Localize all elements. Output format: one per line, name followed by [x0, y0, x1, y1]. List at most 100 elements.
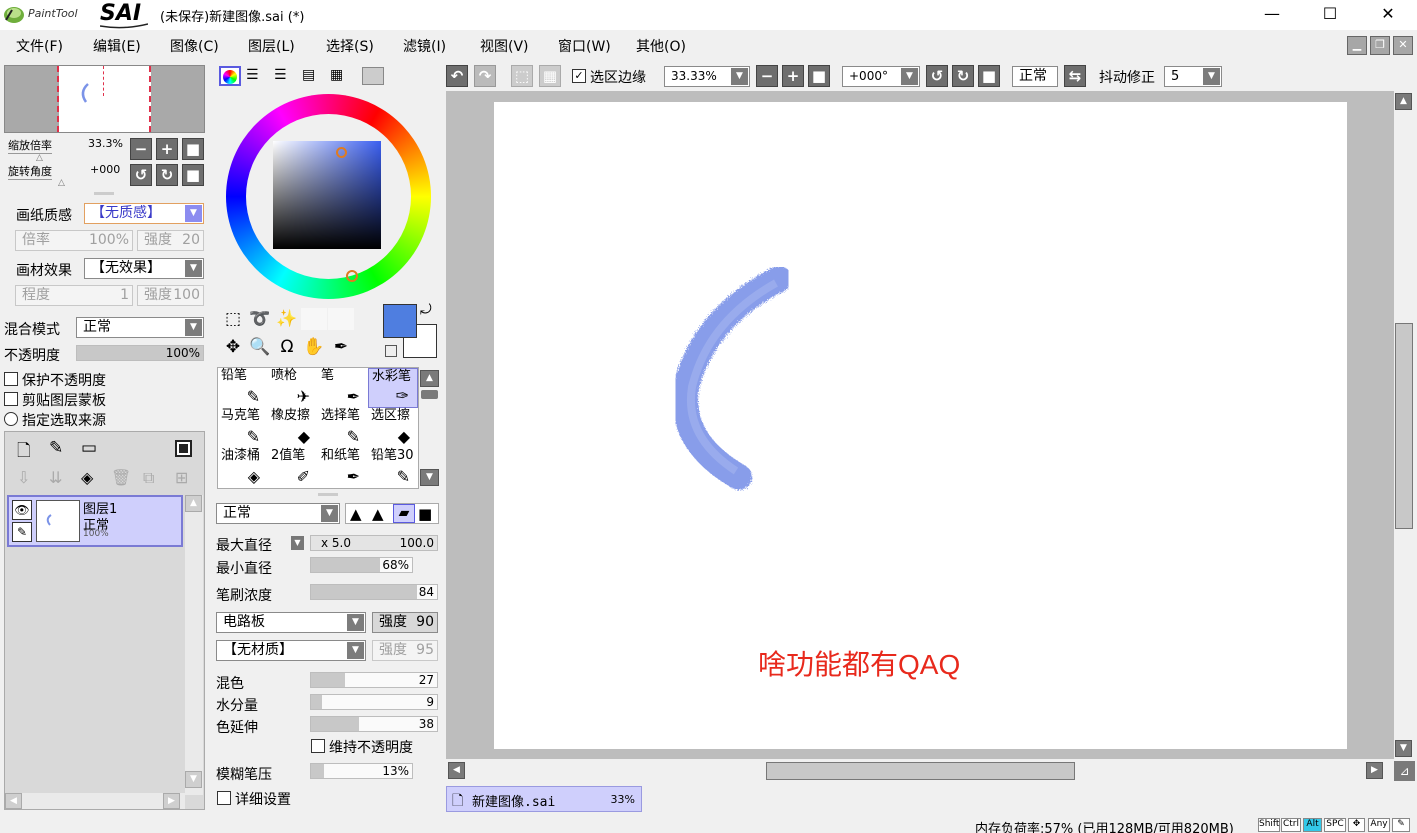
tool-scroll-thumb[interactable]: [421, 390, 438, 399]
max-size-slider[interactable]: x 5.0 100.0: [310, 535, 438, 551]
document-tab[interactable]: 🗋 新建图像.sai 33%: [446, 786, 642, 812]
minimize-button[interactable]: —: [1243, 0, 1301, 30]
shape-square-icon[interactable]: ■: [418, 505, 432, 523]
layer-row[interactable]: 👁 ✎ 图层1 正常 100%: [7, 495, 183, 547]
toolbar-zoom-out-button[interactable]: −: [756, 65, 778, 87]
eye-icon[interactable]: 👁: [12, 500, 32, 520]
rotate-cw-button[interactable]: ↻: [156, 164, 178, 186]
canvas-hscrollbar[interactable]: ◀ ▶: [446, 761, 1394, 781]
mdi-close-button[interactable]: ✕: [1393, 36, 1413, 55]
eyedropper-icon[interactable]: ✒: [328, 336, 354, 358]
rotate-reset-button[interactable]: ■: [182, 164, 204, 186]
water-slider[interactable]: 9: [310, 694, 438, 710]
move-icon[interactable]: ✥: [220, 336, 246, 358]
min-size-slider[interactable]: 68%: [310, 557, 413, 573]
canvas-vscrollbar[interactable]: ▲ ▼: [1394, 91, 1415, 759]
hscroll-left-icon[interactable]: ◀: [448, 762, 465, 779]
opacity-slider[interactable]: 100%: [76, 345, 204, 361]
rotate-ccw-button[interactable]: ↺: [130, 164, 152, 186]
new-folder-icon[interactable]: ▭: [81, 438, 97, 458]
vscroll-up-icon[interactable]: ▲: [1395, 93, 1412, 110]
panel-divider-grip[interactable]: [318, 493, 338, 496]
scroll-left-icon[interactable]: ◀: [5, 793, 22, 809]
swatches-tab[interactable]: ▦: [330, 67, 343, 83]
tool-bucket[interactable]: 油漆桶 ◈: [218, 448, 268, 488]
tool-airbrush[interactable]: 喷枪 ✈: [268, 368, 318, 408]
toolbar-rotate-reset-button[interactable]: ■: [978, 65, 1000, 87]
tool-washi-pen[interactable]: 和纸笔 ✒: [318, 448, 368, 488]
zoom-slider-handle[interactable]: △: [36, 153, 43, 163]
new-linear-layer-icon[interactable]: ✎: [49, 438, 63, 458]
protect-opacity-checkbox[interactable]: [4, 372, 18, 386]
vscroll-thumb[interactable]: [1395, 323, 1413, 529]
scroll-up-icon[interactable]: ▲: [185, 495, 202, 512]
canvas-paper[interactable]: 啥功能都有QAQ: [494, 102, 1347, 749]
redo-button[interactable]: ↷: [474, 65, 496, 87]
resize-corner-icon[interactable]: ⊿: [1394, 761, 1415, 781]
stretch-slider[interactable]: 38: [310, 716, 438, 732]
tool-marker[interactable]: 马克笔 ✎: [218, 408, 268, 448]
close-button[interactable]: ✕: [1359, 0, 1417, 30]
merge-down-icon[interactable]: ⇊: [49, 468, 62, 487]
view-mode-button[interactable]: 正常: [1012, 66, 1058, 87]
texture-strength-field[interactable]: 强度 90: [372, 612, 438, 633]
palette-tab[interactable]: ▤: [302, 67, 315, 83]
shape-flat-icon[interactable]: ▰: [393, 504, 415, 523]
size-mult-dropdown-icon[interactable]: ▼: [291, 536, 304, 550]
scratchpad-tab[interactable]: [362, 67, 384, 85]
blend-slider[interactable]: 27: [310, 672, 438, 688]
tool-scroll-up-icon[interactable]: ▲: [420, 370, 439, 387]
keep-opacity-checkbox[interactable]: [311, 739, 325, 753]
rotation-select[interactable]: +000° ▼: [842, 66, 920, 87]
invert-selection-button[interactable]: ▦: [539, 65, 561, 87]
menu-filter[interactable]: 滤镜(I): [403, 36, 446, 56]
swap-colors-icon[interactable]: ⤾: [420, 302, 432, 318]
tool-eraser[interactable]: 橡皮擦 ◆: [268, 408, 318, 448]
panel-divider-grip[interactable]: [94, 192, 114, 195]
sv-marker[interactable]: [336, 147, 347, 158]
undo-button[interactable]: ↶: [446, 65, 468, 87]
brush-texture-select[interactable]: 电路板 ▼: [216, 612, 366, 633]
rgb-slider-tab[interactable]: ☰: [246, 67, 259, 83]
density-slider[interactable]: 84: [310, 584, 438, 600]
shape-round-icon[interactable]: ▲: [372, 505, 384, 523]
clip-mask-checkbox[interactable]: [4, 392, 18, 406]
paper-effect-select[interactable]: 【无效果】 ▼: [84, 258, 204, 279]
shape-sharp-icon[interactable]: ▲: [350, 505, 362, 523]
layer-scrollbar[interactable]: ▲ ▼: [185, 495, 203, 795]
rectangle-select-icon[interactable]: ⬚: [220, 308, 246, 330]
stabilizer-select[interactable]: 5 ▼: [1164, 66, 1222, 87]
selection-source-radio[interactable]: [4, 412, 18, 426]
saturation-value-square[interactable]: [273, 141, 381, 249]
transfer-down-icon[interactable]: ⇩: [17, 468, 30, 487]
tool-brush[interactable]: 笔 ✒: [318, 368, 368, 408]
rotate-view-icon[interactable]: Ω: [274, 336, 300, 358]
layer-mask-icon[interactable]: [175, 440, 192, 457]
zoom-select[interactable]: 33.33% ▼: [664, 66, 750, 87]
mdi-restore-button[interactable]: ❐: [1370, 36, 1390, 55]
selection-edge-checkbox[interactable]: ✓: [572, 69, 586, 83]
deselect-button[interactable]: ⬚: [511, 65, 533, 87]
brush-material-select[interactable]: 【无材质】 ▼: [216, 640, 366, 661]
magic-wand-icon[interactable]: ✨: [274, 308, 300, 330]
maximize-button[interactable]: ☐: [1301, 0, 1359, 30]
navigator-preview[interactable]: [4, 65, 205, 133]
tool-binary-pen[interactable]: 2值笔 ✐: [268, 448, 318, 488]
flip-horizontal-button[interactable]: ⇆: [1064, 65, 1086, 87]
toolbar-zoom-reset-button[interactable]: ■: [808, 65, 830, 87]
hue-marker[interactable]: [346, 270, 358, 282]
mdi-minimize-button[interactable]: ▁: [1347, 36, 1367, 55]
menu-image[interactable]: 图像(C): [170, 36, 219, 56]
menu-window[interactable]: 窗口(W): [558, 36, 611, 56]
tool-scroll-down-icon[interactable]: ▼: [420, 469, 439, 486]
clear-layer-icon[interactable]: ◈: [81, 468, 93, 487]
menu-edit[interactable]: 编辑(E): [93, 36, 141, 56]
color-wheel-tab[interactable]: [219, 66, 241, 86]
primary-color-swatch[interactable]: [383, 304, 417, 338]
blur-pressure-slider[interactable]: 13%: [310, 763, 413, 779]
tool-watercolor[interactable]: 水彩笔 ✑: [368, 368, 418, 408]
menu-layer[interactable]: 图层(L): [248, 36, 295, 56]
lasso-icon[interactable]: ➰: [247, 308, 273, 330]
hand-icon[interactable]: ✋: [301, 336, 327, 358]
tool-pencil30[interactable]: 铅笔30 ✎: [368, 448, 418, 488]
